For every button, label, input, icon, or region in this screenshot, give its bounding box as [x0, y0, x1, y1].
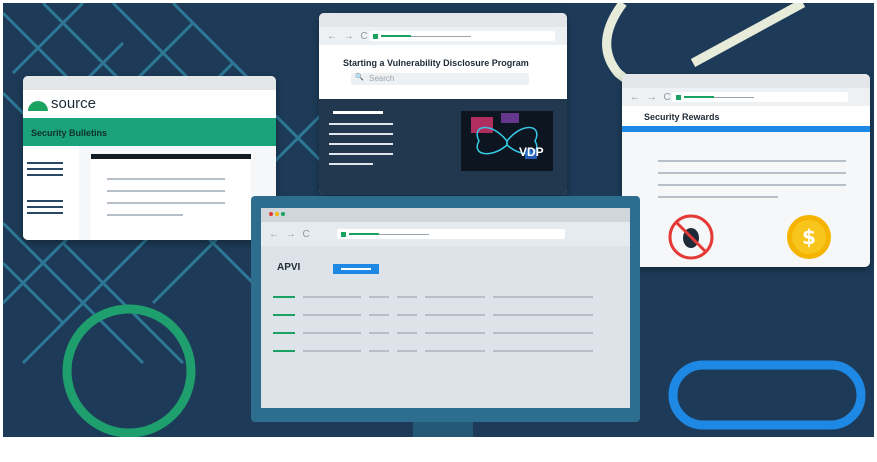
monitor-stand — [413, 422, 473, 437]
blue-pill-ring — [668, 360, 866, 430]
android-icon — [28, 101, 48, 111]
rewards-window: ← → C Security Rewards $ — [622, 74, 870, 267]
rewards-header: Security Rewards — [622, 106, 870, 126]
address-bar[interactable]: ← → C — [261, 222, 630, 246]
green-ring — [62, 304, 196, 437]
nav-arrows-icon[interactable]: ← → C — [269, 229, 312, 240]
tab-bar — [23, 76, 276, 90]
monitor-screen: ← → C APVI — [261, 208, 630, 408]
illustration: source Security Bulletins ← → C Starting… — [3, 3, 874, 437]
vdp-body: VDP — [319, 99, 567, 195]
table-row — [273, 296, 603, 300]
source-content — [91, 154, 251, 240]
vdp-search-box[interactable]: 🔍 Search — [351, 73, 529, 85]
search-placeholder: Search — [369, 74, 395, 83]
rewards-accent-bar — [622, 126, 870, 132]
source-sidebar — [23, 146, 79, 240]
address-bar[interactable]: ← → C — [622, 88, 870, 106]
butterfly-icon — [471, 113, 538, 159]
table-row — [273, 350, 603, 354]
lock-icon — [676, 95, 681, 100]
bulletins-title: Security Bulletins — [31, 128, 108, 138]
no-bug-icon — [668, 214, 714, 260]
window-controls-icon — [269, 212, 273, 216]
tab-bar — [319, 13, 567, 27]
lock-icon — [373, 34, 378, 39]
apvi-title: APVI — [277, 262, 301, 273]
source-logo-text: source — [51, 95, 97, 112]
monitor: ← → C APVI — [251, 196, 640, 422]
dollar-coin-icon: $ — [787, 215, 831, 259]
table-row — [273, 314, 603, 318]
address-bar[interactable]: ← → C — [319, 27, 567, 45]
lock-icon — [341, 232, 346, 237]
url-field[interactable] — [337, 229, 565, 239]
apvi-button[interactable] — [333, 264, 379, 274]
svg-text:$: $ — [802, 225, 816, 249]
vdp-title: Starting a Vulnerability Disclosure Prog… — [343, 58, 529, 68]
vdp-window: ← → C Starting a Vulnerability Disclosur… — [319, 13, 567, 195]
vdp-art-label: VDP — [519, 145, 544, 159]
tab-bar — [622, 74, 870, 88]
url-field[interactable] — [369, 31, 555, 41]
nav-arrows-icon[interactable]: ← → C — [327, 31, 370, 42]
nav-arrows-icon[interactable]: ← → C — [630, 92, 673, 103]
vdp-art: VDP — [461, 111, 553, 171]
vdp-header: Starting a Vulnerability Disclosure Prog… — [319, 45, 567, 99]
table-row — [273, 332, 603, 336]
search-icon: 🔍 — [355, 74, 364, 81]
tab-bar — [261, 208, 630, 222]
rewards-title: Security Rewards — [644, 112, 720, 122]
url-field[interactable] — [672, 92, 848, 102]
bulletins-banner: Security Bulletins — [23, 118, 276, 146]
source-window: source Security Bulletins — [23, 76, 276, 240]
source-header: source — [23, 90, 276, 118]
